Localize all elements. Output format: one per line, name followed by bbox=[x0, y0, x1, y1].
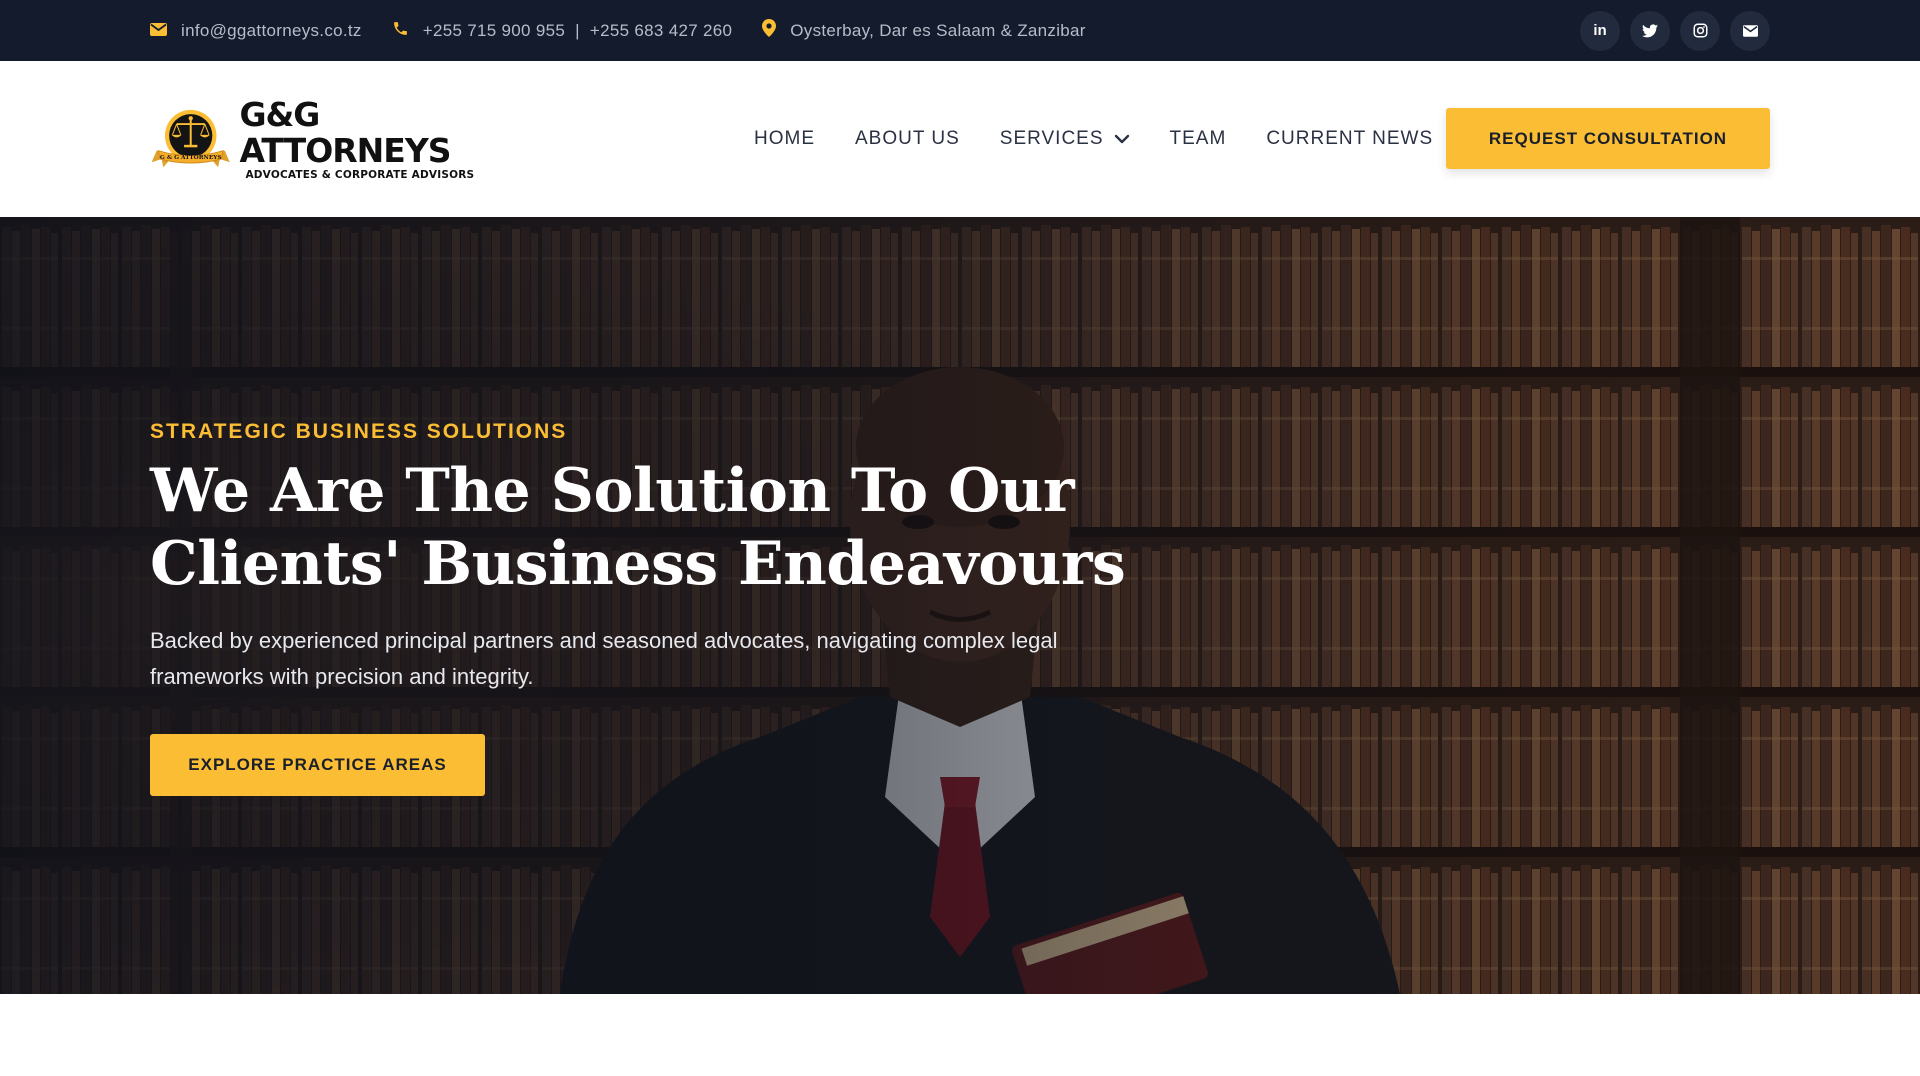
nav-services[interactable]: SERVICES bbox=[1000, 128, 1130, 150]
contact-email-text: info@ggattorneys.co.tz bbox=[181, 20, 362, 40]
nav-current-news[interactable]: CURRENT NEWS bbox=[1266, 128, 1433, 150]
main-nav: HOME ABOUT US SERVICES TEAM CURRENT NEWS bbox=[754, 61, 1433, 217]
nav-team-label: TEAM bbox=[1169, 128, 1227, 149]
explore-practice-areas-button[interactable]: EXPLORE PRACTICE AREAS bbox=[150, 734, 485, 796]
contact-location: Oysterbay, Dar es Salaam & Zanzibar bbox=[762, 19, 1086, 42]
envelope-icon[interactable] bbox=[1730, 10, 1770, 51]
map-pin-icon bbox=[762, 19, 777, 42]
phone-icon bbox=[392, 20, 409, 42]
nav-about-us[interactable]: ABOUT US bbox=[855, 128, 960, 150]
next-section bbox=[0, 994, 1920, 1076]
nav-home[interactable]: HOME bbox=[754, 128, 815, 150]
request-consultation-button[interactable]: REQUEST CONSULTATION bbox=[1446, 108, 1770, 169]
logo-wordmark: G&G ATTORNEYS ADVOCATES & CORPORATE ADVI… bbox=[239, 95, 490, 182]
hero-eyebrow: STRATEGIC BUSINESS SOLUTIONS bbox=[150, 420, 568, 443]
site-header: G & G ATTORNEYS G&G ATTORNEYS ADVOCATES … bbox=[0, 61, 1920, 217]
twitter-icon[interactable] bbox=[1630, 10, 1670, 51]
contact-phone-text: +255 715 900 955 | +255 683 427 260 bbox=[422, 20, 733, 40]
nav-home-label: HOME bbox=[754, 128, 815, 149]
social-links: in bbox=[1580, 10, 1770, 51]
contact-list: info@ggattorneys.co.tz +255 715 900 955 … bbox=[150, 19, 1086, 42]
hero-section: STRATEGIC BUSINESS SOLUTIONS We Are The … bbox=[0, 217, 1920, 994]
nav-about-us-label: ABOUT US bbox=[855, 128, 960, 149]
chevron-down-icon bbox=[1114, 134, 1129, 144]
logo-badge-text: G & G ATTORNEYS bbox=[160, 155, 222, 161]
logo-title: G&G ATTORNEYS bbox=[239, 95, 451, 170]
hero-headline: We Are The Solution To Our Clients' Busi… bbox=[150, 456, 1126, 599]
site-logo[interactable]: G & G ATTORNEYS G&G ATTORNEYS ADVOCATES … bbox=[150, 97, 490, 181]
instagram-icon[interactable] bbox=[1680, 10, 1720, 51]
nav-current-news-label: CURRENT NEWS bbox=[1266, 128, 1434, 149]
envelope-icon bbox=[150, 21, 167, 41]
logo-subtitle: ADVOCATES & CORPORATE ADVISORS bbox=[245, 169, 475, 181]
hero-subtext: Backed by experienced principal partners… bbox=[150, 628, 1058, 689]
nav-services-label: SERVICES bbox=[999, 128, 1104, 149]
contact-location-text: Oysterbay, Dar es Salaam & Zanzibar bbox=[790, 20, 1086, 40]
nav-team[interactable]: TEAM bbox=[1170, 128, 1227, 150]
hero-overlay bbox=[0, 217, 1920, 994]
contact-phone[interactable]: +255 715 900 955 | +255 683 427 260 bbox=[392, 20, 733, 42]
linkedin-icon[interactable]: in bbox=[1580, 10, 1620, 51]
top-contact-bar: info@ggattorneys.co.tz +255 715 900 955 … bbox=[0, 0, 1920, 61]
contact-email[interactable]: info@ggattorneys.co.tz bbox=[150, 21, 362, 41]
scales-of-justice-logo-icon: G & G ATTORNEYS bbox=[151, 109, 230, 168]
